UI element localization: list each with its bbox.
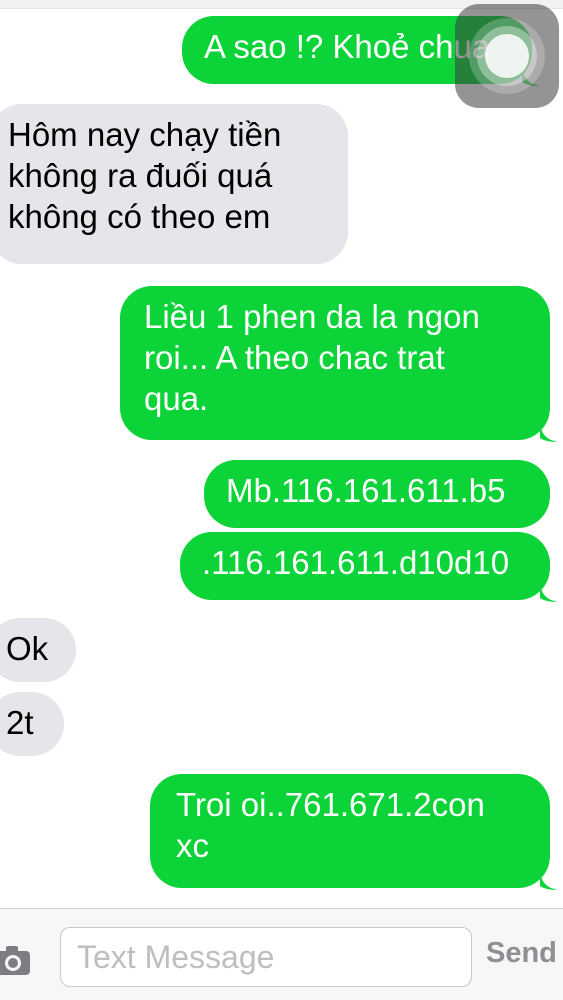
outgoing-message-bubble[interactable]: Liều 1 phen da la ngon roi... A theo cha… xyxy=(120,286,558,442)
message-text: Mb.116.161.611.b5 xyxy=(226,472,506,509)
outgoing-message-bubble[interactable]: Troi oi..761.671.2con xc xyxy=(150,774,558,890)
camera-icon xyxy=(0,946,30,975)
message-text: .116.161.611.d10d10 xyxy=(202,544,510,581)
assistive-touch-center xyxy=(485,34,529,78)
incoming-message-bubble[interactable]: Ok xyxy=(0,618,76,682)
bubble-tail-icon xyxy=(540,872,558,890)
message-text: 2t xyxy=(6,704,34,741)
message-line: không có theo em xyxy=(8,198,271,235)
incoming-message-bubble[interactable]: 2t xyxy=(0,692,64,756)
message-line: qua. xyxy=(144,380,209,417)
message-composer: Send xyxy=(0,908,563,1000)
message-line: xc xyxy=(176,827,209,864)
send-button[interactable]: Send xyxy=(486,937,557,970)
message-line: không ra đuối quá xyxy=(8,157,273,194)
message-line: Hôm nay chạy tiền xyxy=(8,116,282,153)
assistive-touch-button[interactable] xyxy=(455,4,559,108)
message-line: roi... A theo chac trat xyxy=(144,339,445,376)
message-text: Ok xyxy=(6,630,49,667)
message-thread[interactable]: A sao !? Khoẻ chua Hôm nay chạy tiền khô… xyxy=(0,0,563,908)
message-input[interactable] xyxy=(60,927,472,987)
bubble-tail-icon xyxy=(540,584,558,602)
message-line: Troi oi..761.671.2con xyxy=(176,786,485,823)
outgoing-message-bubble[interactable]: .116.161.611.d10d10 xyxy=(180,532,558,602)
incoming-message-bubble[interactable]: Hôm nay chạy tiền không ra đuối quá khôn… xyxy=(0,104,348,264)
message-line: Liều 1 phen da la ngon xyxy=(144,298,480,335)
outgoing-message-bubble[interactable]: Mb.116.161.611.b5 xyxy=(204,460,550,528)
camera-button[interactable] xyxy=(0,943,34,977)
bubble-tail-icon xyxy=(540,424,558,442)
